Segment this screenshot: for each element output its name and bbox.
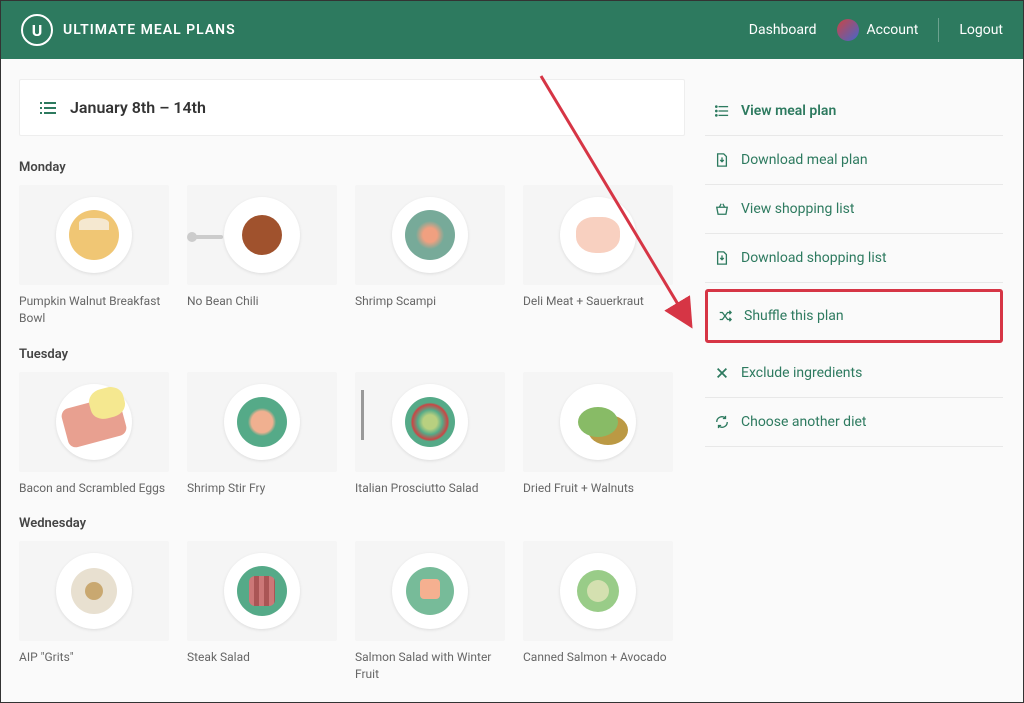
meal-row: Bacon and Scrambled Eggs Shrimp Stir Fry… — [19, 372, 685, 497]
meal-row: Pumpkin Walnut Breakfast Bowl No Bean Ch… — [19, 185, 685, 327]
side-label: Download meal plan — [741, 152, 868, 168]
day-label: Tuesday — [19, 347, 685, 362]
side-label: Download shopping list — [741, 250, 887, 266]
side-download-plan[interactable]: Download meal plan — [705, 136, 1003, 185]
nav-divider — [938, 18, 939, 42]
avatar — [837, 19, 859, 41]
meal-card[interactable]: Steak Salad — [187, 541, 337, 683]
meal-card[interactable]: Deli Meat + Sauerkraut — [523, 185, 673, 327]
basket-icon — [715, 202, 729, 216]
meal-name: Bacon and Scrambled Eggs — [19, 480, 169, 497]
brand-name: ULTIMATE MEAL PLANS — [63, 22, 236, 38]
meal-name: No Bean Chili — [187, 293, 337, 310]
meal-image — [523, 372, 673, 472]
meal-card[interactable]: Shrimp Scampi — [355, 185, 505, 327]
meal-card[interactable]: No Bean Chili — [187, 185, 337, 327]
nav-account[interactable]: Account — [837, 19, 919, 41]
close-icon — [715, 366, 729, 380]
side-label: Shuffle this plan — [744, 308, 844, 324]
meal-name: Pumpkin Walnut Breakfast Bowl — [19, 293, 169, 327]
meal-card[interactable]: Shrimp Stir Fry — [187, 372, 337, 497]
main-content: January 8th – 14th Monday Pumpkin Walnut… — [1, 59, 1023, 702]
side-exclude[interactable]: Exclude ingredients — [705, 349, 1003, 398]
meal-card[interactable]: AIP "Grits" — [19, 541, 169, 683]
date-header: January 8th – 14th — [19, 79, 685, 136]
meal-card[interactable]: Italian Prosciutto Salad — [355, 372, 505, 497]
meal-name: Italian Prosciutto Salad — [355, 480, 505, 497]
meal-image — [19, 541, 169, 641]
meal-card[interactable]: Canned Salmon + Avocado — [523, 541, 673, 683]
meal-image — [355, 185, 505, 285]
meal-name: Deli Meat + Sauerkraut — [523, 293, 673, 310]
side-view-plan[interactable]: View meal plan — [705, 87, 1003, 136]
nav-logout[interactable]: Logout — [959, 22, 1003, 38]
download-icon — [715, 153, 729, 167]
shuffle-icon — [718, 309, 732, 323]
side-choose-diet[interactable]: Choose another diet — [705, 398, 1003, 447]
meal-name: Dried Fruit + Walnuts — [523, 480, 673, 497]
meal-name: Shrimp Stir Fry — [187, 480, 337, 497]
meal-image — [187, 372, 337, 472]
day-label: Monday — [19, 160, 685, 175]
day-wednesday: Wednesday AIP "Grits" Steak Salad Salmon… — [19, 516, 693, 683]
nav-account-label: Account — [867, 22, 919, 38]
meal-name: Shrimp Scampi — [355, 293, 505, 310]
action-sidebar: View meal plan Download meal plan View s… — [693, 59, 1023, 702]
side-label: Exclude ingredients — [741, 365, 862, 381]
side-view-list[interactable]: View shopping list — [705, 185, 1003, 234]
meal-card[interactable]: Bacon and Scrambled Eggs — [19, 372, 169, 497]
meal-name: AIP "Grits" — [19, 649, 169, 666]
list-icon — [40, 102, 56, 114]
meal-image — [19, 185, 169, 285]
meal-image — [523, 185, 673, 285]
side-label: View meal plan — [741, 103, 836, 119]
meal-image — [355, 541, 505, 641]
meal-card[interactable]: Dried Fruit + Walnuts — [523, 372, 673, 497]
side-download-list[interactable]: Download shopping list — [705, 234, 1003, 283]
meal-plan-content: January 8th – 14th Monday Pumpkin Walnut… — [1, 59, 693, 702]
meal-name: Canned Salmon + Avocado — [523, 649, 673, 666]
meal-name: Steak Salad — [187, 649, 337, 666]
meal-name: Salmon Salad with Winter Fruit — [355, 649, 505, 683]
side-label: View shopping list — [741, 201, 854, 217]
logo-icon: U — [21, 14, 53, 46]
meal-row: AIP "Grits" Steak Salad Salmon Salad wit… — [19, 541, 685, 683]
download-icon — [715, 251, 729, 265]
meal-image — [355, 372, 505, 472]
meal-image — [523, 541, 673, 641]
top-nav: Dashboard Account Logout — [749, 18, 1003, 42]
side-label: Choose another diet — [741, 414, 866, 430]
meal-image — [19, 372, 169, 472]
meal-card[interactable]: Pumpkin Walnut Breakfast Bowl — [19, 185, 169, 327]
day-tuesday: Tuesday Bacon and Scrambled Eggs Shrimp … — [19, 347, 693, 497]
day-label: Wednesday — [19, 516, 685, 531]
side-shuffle[interactable]: Shuffle this plan — [705, 289, 1003, 343]
meal-image — [187, 185, 337, 285]
day-monday: Monday Pumpkin Walnut Breakfast Bowl No … — [19, 160, 693, 327]
app-header: U ULTIMATE MEAL PLANS Dashboard Account … — [1, 1, 1023, 59]
list-icon — [715, 104, 729, 118]
refresh-icon — [715, 415, 729, 429]
meal-card[interactable]: Salmon Salad with Winter Fruit — [355, 541, 505, 683]
nav-dashboard[interactable]: Dashboard — [749, 22, 817, 38]
date-range: January 8th – 14th — [70, 98, 206, 117]
meal-image — [187, 541, 337, 641]
logo[interactable]: U ULTIMATE MEAL PLANS — [21, 14, 236, 46]
